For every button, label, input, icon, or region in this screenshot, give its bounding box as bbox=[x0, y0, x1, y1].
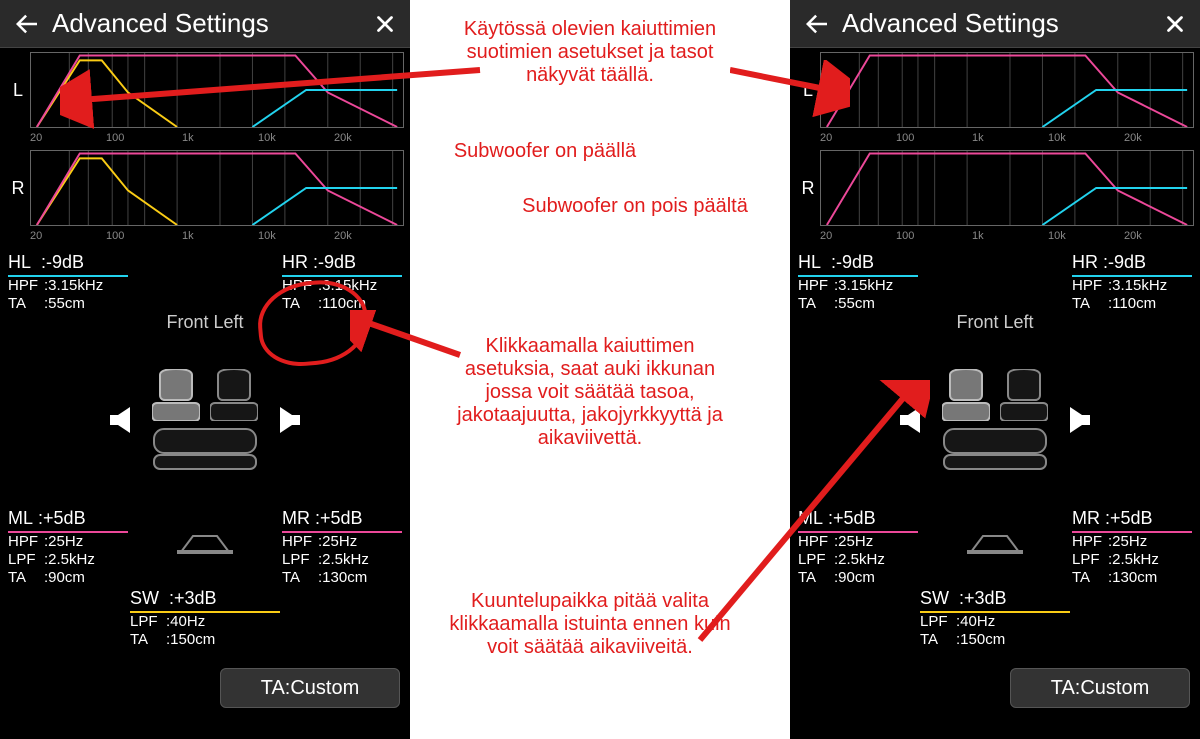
speaker-layout: HL :-9dB HPF3.15kHz TA55cm HR :-9dB HPF3… bbox=[0, 248, 410, 718]
speaker-right-icon[interactable] bbox=[1056, 405, 1092, 435]
car-seats bbox=[790, 340, 1200, 500]
subwoofer-icon[interactable] bbox=[0, 532, 410, 556]
subwoofer-icon[interactable] bbox=[790, 532, 1200, 556]
selected-speaker-label: Front Left bbox=[790, 312, 1200, 333]
chart-xticks: 20100 1k10k 20k bbox=[0, 132, 410, 150]
seat-front-left[interactable] bbox=[152, 369, 200, 421]
chart-left-R[interactable] bbox=[30, 150, 404, 226]
close-icon[interactable] bbox=[372, 11, 398, 37]
header: Advanced Settings bbox=[790, 0, 1200, 48]
ta-mode-button[interactable]: TA:Custom bbox=[1010, 668, 1190, 708]
crossover-charts: L 20100 1k10k 20k R 20100 1k10k 20k bbox=[790, 48, 1200, 248]
seat-rear-bench[interactable] bbox=[942, 427, 1048, 471]
annotation-text-4: Kuuntelupaikka pitää valita klikkaamalla… bbox=[445, 590, 735, 659]
chart-right-L[interactable] bbox=[820, 52, 1194, 128]
seat-rear-bench[interactable] bbox=[152, 427, 258, 471]
speaker-block-HR[interactable]: HR :-9dB HPF3.15kHz TA110cm bbox=[282, 252, 402, 313]
annotation-text-1: Käytössä olevien kaiuttimien suotimien a… bbox=[440, 18, 740, 87]
chart-left-L[interactable] bbox=[30, 52, 404, 128]
header: Advanced Settings bbox=[0, 0, 410, 48]
speaker-block-HL[interactable]: HL :-9dB HPF3.15kHz TA55cm bbox=[8, 252, 128, 313]
annotation-text-sub-off: Subwoofer on pois päältä bbox=[490, 195, 780, 218]
close-icon[interactable] bbox=[1162, 11, 1188, 37]
chart-l-label: L bbox=[796, 80, 820, 101]
annotation-text-3: Klikkaamalla kaiuttimen asetuksia, saat … bbox=[445, 335, 735, 450]
chart-r-label: R bbox=[796, 178, 820, 199]
speaker-block-SW[interactable]: SW :+3dB LPF40Hz TA150cm bbox=[920, 588, 1070, 649]
speaker-left-icon[interactable] bbox=[108, 405, 144, 435]
chart-r-label: R bbox=[6, 178, 30, 199]
speaker-block-HL[interactable]: HL :-9dB HPF3.15kHz TA55cm bbox=[798, 252, 918, 313]
car-seats bbox=[0, 340, 410, 500]
speaker-left-icon[interactable] bbox=[898, 405, 934, 435]
seat-front-left[interactable] bbox=[942, 369, 990, 421]
phone-right: Advanced Settings L 20100 1k10k 20k R 20… bbox=[790, 0, 1200, 739]
ta-mode-button[interactable]: TA:Custom bbox=[220, 668, 400, 708]
chart-xticks: 20100 1k10k 20k bbox=[0, 230, 410, 248]
chart-right-R[interactable] bbox=[820, 150, 1194, 226]
chart-xticks: 20100 1k10k 20k bbox=[790, 230, 1200, 248]
speaker-block-SW[interactable]: SW :+3dB LPF40Hz TA150cm bbox=[130, 588, 280, 649]
chart-l-label: L bbox=[6, 80, 30, 101]
speaker-right-icon[interactable] bbox=[266, 405, 302, 435]
back-icon[interactable] bbox=[12, 9, 42, 39]
seat-front-right[interactable] bbox=[1000, 369, 1048, 421]
page-title: Advanced Settings bbox=[842, 8, 1152, 39]
annotation-text-sub-on: Subwoofer on päällä bbox=[415, 140, 675, 163]
seat-front-right[interactable] bbox=[210, 369, 258, 421]
speaker-layout: HL :-9dB HPF3.15kHz TA55cm HR :-9dB HPF3… bbox=[790, 248, 1200, 718]
chart-xticks: 20100 1k10k 20k bbox=[790, 132, 1200, 150]
selected-speaker-label: Front Left bbox=[0, 312, 410, 333]
phone-left: Advanced Settings L 20100 1k10k 20k R 20… bbox=[0, 0, 410, 739]
page-title: Advanced Settings bbox=[52, 8, 362, 39]
back-icon[interactable] bbox=[802, 9, 832, 39]
speaker-block-HR[interactable]: HR :-9dB HPF3.15kHz TA110cm bbox=[1072, 252, 1192, 313]
crossover-charts: L 20100 1k10k 20k R 20100 1k10k 20k bbox=[0, 48, 410, 248]
